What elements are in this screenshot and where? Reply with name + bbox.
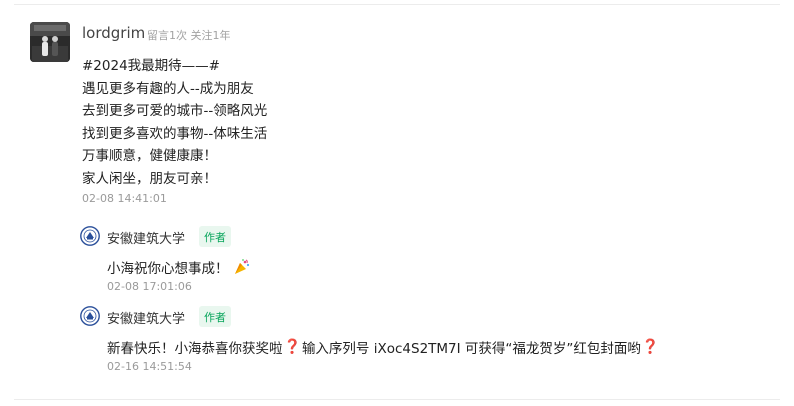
comment-line: 去到更多可爱的城市--领略风光 (82, 103, 268, 119)
author-badge: 作者 (199, 226, 231, 247)
comment-line: 遇见更多有趣的人--成为朋友 (82, 80, 254, 97)
reply-timestamp: 02-16 14:51:54 (107, 360, 192, 373)
comment-timestamp: 02-08 14:41:01 (82, 192, 167, 205)
reply-author[interactable]: 安徽建筑大学 (107, 308, 185, 327)
party-popper-emoji-icon (234, 259, 249, 274)
question-mark-icon: ❓ (283, 339, 301, 355)
user-avatar[interactable] (30, 22, 70, 62)
question-mark-icon: ❓ (641, 339, 660, 355)
university-seal-icon (80, 226, 100, 246)
reply-text-part: 新春快乐！小海恭喜你获奖啦 (107, 341, 283, 357)
university-seal-icon (80, 306, 100, 326)
comment-content: #2024我最期待——# 遇见更多有趣的人--成为朋友 去到更多可爱的城市--领… (82, 55, 582, 190)
comment-line: 万事顺意，健健康康！ (82, 148, 217, 164)
reply-text-content: 小海祝你心想事成！ (107, 261, 229, 277)
username[interactable]: lordgrim (82, 24, 145, 42)
comment-line: 家人闲坐，朋友可亲！ (82, 170, 217, 187)
reply-author[interactable]: 安徽建筑大学 (107, 228, 185, 247)
comment-line: 找到更多喜欢的事物--体味生活 (82, 125, 268, 142)
reply-text-part: 输入序列号 iXoc4S2TM7I 可获得“福龙贺岁”红包封面哟 (301, 341, 641, 357)
top-divider (14, 4, 780, 5)
user-meta: 留言1次 关注1年 (147, 29, 231, 42)
bottom-divider (14, 399, 780, 400)
author-badge: 作者 (199, 306, 231, 327)
comment-line: #2024我最期待——# (82, 58, 220, 74)
reply-text: 小海祝你心想事成！ (107, 257, 251, 277)
reply-text: 新春快乐！小海恭喜你获奖啦❓输入序列号 iXoc4S2TM7I 可获得“福龙贺岁… (107, 337, 660, 357)
reply-timestamp: 02-08 17:01:06 (107, 280, 192, 293)
